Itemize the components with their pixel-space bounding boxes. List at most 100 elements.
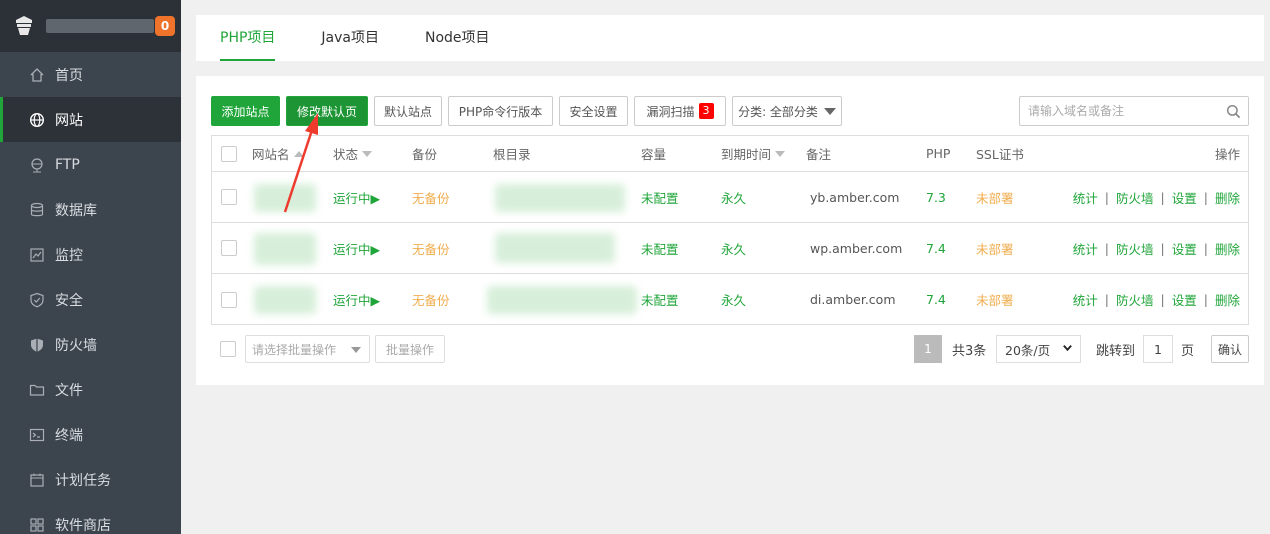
tab-node[interactable]: Node项目 xyxy=(407,15,508,61)
batch-operation-button[interactable]: 批量操作 xyxy=(375,335,445,363)
firewall-link[interactable]: 防火墙 xyxy=(1116,290,1154,309)
vuln-count-badge: 3 xyxy=(698,103,714,119)
sidebar-item-firewall[interactable]: 防火墙 xyxy=(0,322,181,367)
sidebar-item-store[interactable]: 软件商店 xyxy=(0,502,181,534)
delete-link[interactable]: 删除 xyxy=(1215,239,1240,258)
sidebar-item-monitor[interactable]: 监控 xyxy=(0,232,181,277)
settings-link[interactable]: 设置 xyxy=(1172,290,1197,309)
separator: | xyxy=(1104,240,1110,256)
row-actions: 统计 | 防火墙 | 设置 | 删除 xyxy=(1073,223,1240,273)
capacity-value[interactable]: 未配置 xyxy=(641,172,679,222)
status-running[interactable]: 运行中▶ xyxy=(333,274,380,325)
capacity-value[interactable]: 未配置 xyxy=(641,274,679,325)
status-running[interactable]: 运行中▶ xyxy=(333,223,380,273)
database-icon xyxy=(28,201,45,218)
stats-link[interactable]: 统计 xyxy=(1073,239,1098,258)
settings-link[interactable]: 设置 xyxy=(1172,188,1197,207)
firewall-icon xyxy=(28,336,45,353)
php-version[interactable]: 7.4 xyxy=(926,274,946,325)
root-path-blurred[interactable] xyxy=(487,286,637,314)
sidebar-item-website[interactable]: 网站 xyxy=(0,97,181,142)
site-name-blurred[interactable] xyxy=(254,286,316,314)
tab-java[interactable]: Java项目 xyxy=(303,15,397,61)
php-cli-version-button[interactable]: PHP命令行版本 xyxy=(448,96,553,126)
project-tabs: PHP项目 Java项目 Node项目 xyxy=(196,15,1264,61)
page-current[interactable]: 1 xyxy=(914,335,942,363)
batch-select-checkbox[interactable] xyxy=(220,341,236,357)
separator: | xyxy=(1104,292,1110,307)
page-size-value: 20条/页 xyxy=(1005,342,1051,358)
firewall-link[interactable]: 防火墙 xyxy=(1116,239,1154,258)
header-expire[interactable]: 到期时间 xyxy=(721,136,786,171)
ssl-status[interactable]: 未部署 xyxy=(976,172,1014,222)
sidebar-item-label: FTP xyxy=(55,156,80,173)
root-path-blurred[interactable] xyxy=(495,233,615,263)
total-count: 共3条 xyxy=(952,343,987,359)
header-php: PHP xyxy=(926,146,951,161)
capacity-value[interactable]: 未配置 xyxy=(641,223,679,273)
backup-status[interactable]: 无备份 xyxy=(412,172,450,222)
delete-link[interactable]: 删除 xyxy=(1215,188,1240,207)
default-site-button[interactable]: 默认站点 xyxy=(374,96,442,126)
page-size-select[interactable]: 20条/页 xyxy=(996,335,1081,363)
jump-to-label: 跳转到 xyxy=(1096,343,1136,359)
sidebar-item-files[interactable]: 文件 xyxy=(0,367,181,412)
category-select[interactable]: 分类: 全部分类 xyxy=(732,96,842,126)
delete-link[interactable]: 删除 xyxy=(1215,290,1240,309)
sidebar-item-security[interactable]: 安全 xyxy=(0,277,181,322)
ssl-status[interactable]: 未部署 xyxy=(976,223,1014,273)
notification-badge[interactable]: 0 xyxy=(155,16,175,36)
sidebar-item-terminal[interactable]: 终端 xyxy=(0,412,181,457)
search-input[interactable] xyxy=(1020,97,1218,125)
header-status[interactable]: 状态 xyxy=(333,136,373,171)
vuln-scan-button[interactable]: 漏洞扫描 3 xyxy=(634,96,726,126)
sidebar-header: 0 xyxy=(0,0,181,52)
header-capacity: 容量 xyxy=(641,147,667,162)
home-icon xyxy=(28,66,45,83)
security-settings-button[interactable]: 安全设置 xyxy=(559,96,628,126)
sidebar-item-label: 安全 xyxy=(55,292,83,309)
sidebar-item-home[interactable]: 首页 xyxy=(0,52,181,97)
php-version[interactable]: 7.3 xyxy=(926,172,946,222)
batch-operation-select[interactable]: 请选择批量操作 xyxy=(245,335,370,363)
sidebar-item-ftp[interactable]: FTP xyxy=(0,142,181,187)
search-box[interactable] xyxy=(1019,96,1249,126)
stats-link[interactable]: 统计 xyxy=(1073,290,1098,309)
tab-php[interactable]: PHP项目 xyxy=(202,15,293,61)
expire-value[interactable]: 永久 xyxy=(721,274,746,325)
header-name[interactable]: 网站名 xyxy=(252,136,304,171)
remark-value[interactable]: yb.amber.com xyxy=(810,172,899,222)
remark-value[interactable]: di.amber.com xyxy=(810,274,896,325)
ssl-status[interactable]: 未部署 xyxy=(976,274,1014,325)
backup-status[interactable]: 无备份 xyxy=(412,223,450,273)
sidebar-item-label: 监控 xyxy=(55,247,83,264)
folder-icon xyxy=(28,381,45,398)
status-running[interactable]: 运行中▶ xyxy=(333,172,380,222)
confirm-jump-button[interactable]: 确认 xyxy=(1211,335,1249,363)
php-version[interactable]: 7.4 xyxy=(926,223,946,273)
logo-icon xyxy=(16,16,32,35)
row-actions: 统计 | 防火墙 | 设置 | 删除 xyxy=(1073,172,1240,222)
settings-link[interactable]: 设置 xyxy=(1172,239,1197,258)
sidebar-item-cron[interactable]: 计划任务 xyxy=(0,457,181,502)
separator: | xyxy=(1104,189,1110,205)
search-icon[interactable] xyxy=(1218,104,1248,119)
firewall-link[interactable]: 防火墙 xyxy=(1116,188,1154,207)
add-site-button[interactable]: 添加站点 xyxy=(211,96,280,126)
backup-status[interactable]: 无备份 xyxy=(412,274,450,325)
jump-page-input[interactable]: 1 xyxy=(1143,335,1173,363)
row-checkbox[interactable] xyxy=(221,291,237,308)
sidebar-item-database[interactable]: 数据库 xyxy=(0,187,181,232)
edit-default-page-button[interactable]: 修改默认页 xyxy=(286,96,368,126)
site-name-blurred[interactable] xyxy=(254,184,316,212)
select-all-checkbox[interactable] xyxy=(221,145,237,162)
expire-value[interactable]: 永久 xyxy=(721,172,746,222)
sidebar-item-label: 终端 xyxy=(55,427,83,444)
remark-value[interactable]: wp.amber.com xyxy=(810,223,902,273)
site-name-blurred[interactable] xyxy=(254,233,316,265)
stats-link[interactable]: 统计 xyxy=(1073,188,1098,207)
row-checkbox[interactable] xyxy=(221,189,237,205)
expire-value[interactable]: 永久 xyxy=(721,223,746,273)
root-path-blurred[interactable] xyxy=(495,184,625,212)
row-checkbox[interactable] xyxy=(221,240,237,256)
